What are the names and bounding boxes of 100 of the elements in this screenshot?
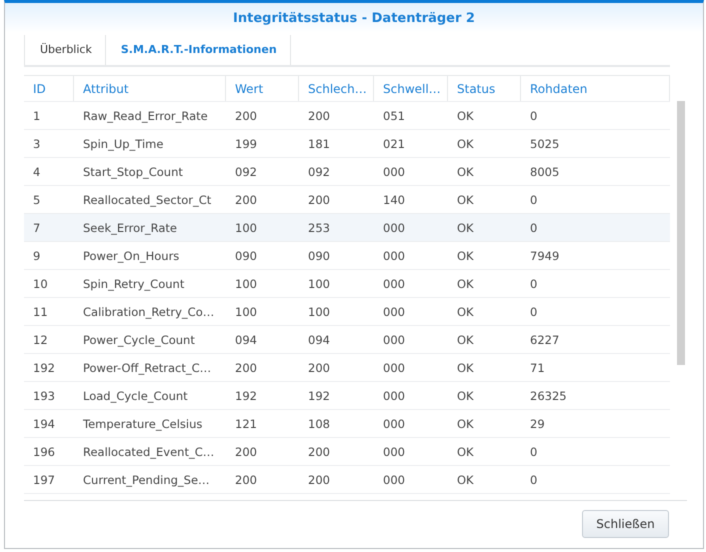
- table-cell-text: OK: [456, 164, 475, 178]
- table-cell-text: 090: [234, 248, 258, 262]
- table-cell-text: 0: [529, 276, 538, 290]
- table-cell-text: 6227: [529, 332, 560, 346]
- table-cell-text: 200: [234, 444, 258, 458]
- table-cell-text: 000: [382, 472, 406, 486]
- table-cell-text: Reallocated_Sector_Ct: [82, 192, 212, 206]
- table-cell-text: 199: [234, 136, 258, 150]
- table-cell-text: Current_Pending_Se…: [82, 472, 211, 486]
- table-cell-text: 051: [382, 108, 406, 122]
- column-header[interactable]: Schwell…: [374, 76, 448, 101]
- table-cell-text: 090: [307, 248, 331, 262]
- table-row[interactable]: 194 Temperature_Celsius 121 108 000 OK 29: [24, 410, 670, 438]
- column-header[interactable]: ID: [24, 76, 74, 101]
- table-row[interactable]: 197 Current_Pending_Se… 200 200 000 OK 0: [24, 466, 670, 494]
- scrollbar-thumb[interactable]: [677, 101, 685, 365]
- table-cell-text: OK: [456, 136, 475, 150]
- table-cell-text: OK: [456, 192, 475, 206]
- table-cell-text: OK: [456, 220, 475, 234]
- table-cell-text: 100: [234, 220, 258, 234]
- table-cell-text: 7: [32, 220, 42, 234]
- table-cell-text: OK: [456, 472, 475, 486]
- table-cell-text: Raw_Read_Error_Rate: [82, 108, 209, 122]
- table-cell-text: 193: [32, 388, 56, 402]
- table-cell-text: 194: [32, 416, 56, 430]
- table-row[interactable]: 196 Reallocated_Event_C… 200 200 000 OK 0: [24, 438, 670, 466]
- table-cell-text: 4: [32, 164, 42, 178]
- table-cell-text: 8005: [529, 164, 560, 178]
- table-cell-text: 5025: [529, 136, 560, 150]
- table-cell-text: 196: [32, 444, 56, 458]
- table-cell-text: 0: [529, 108, 538, 122]
- table-cell-text: 140: [382, 192, 406, 206]
- table-row[interactable]: 3 Spin_Up_Time 199 181 021 OK 5025: [24, 130, 670, 158]
- table-cell-text: 0: [529, 192, 538, 206]
- table-row[interactable]: 192 Power-Off_Retract_C… 200 200 000 OK 71: [24, 354, 670, 382]
- table-cell-text: 0: [529, 472, 538, 486]
- table-cell-text: 000: [382, 388, 406, 402]
- column-header[interactable]: Schlech…: [299, 76, 374, 101]
- table-row[interactable]: 9 Power_On_Hours 090 090 000 OK 7949: [24, 242, 670, 270]
- table-cell-text: Power_On_Hours: [82, 248, 180, 262]
- table-cell-text: Temperature_Celsius: [82, 416, 204, 430]
- table-row[interactable]: 11 Calibration_Retry_Co… 100 100 000 OK 0: [24, 298, 670, 326]
- table-cell-text: 192: [307, 388, 331, 402]
- table-cell-text: OK: [456, 360, 475, 374]
- table-cell-text: 000: [382, 416, 406, 430]
- table-cell-text: OK: [456, 444, 475, 458]
- table-cell-text: 200: [307, 444, 331, 458]
- column-header[interactable]: Attribut: [74, 76, 226, 101]
- table-row[interactable]: 12 Power_Cycle_Count 094 094 000 OK 6227: [24, 326, 670, 354]
- window-title: Integritätsstatus - Datenträger 2: [233, 10, 475, 26]
- column-header[interactable]: Status: [448, 76, 521, 101]
- table-cell-text: 200: [307, 108, 331, 122]
- table-cell-text: 192: [32, 360, 56, 374]
- table-cell-text: 200: [234, 472, 258, 486]
- table-cell-text: 100: [234, 276, 258, 290]
- table-cell-text: 5: [32, 192, 42, 206]
- table-cell-text: 200: [307, 472, 331, 486]
- tab[interactable]: S.M.A.R.T.-Informationen: [104, 35, 291, 65]
- table-cell-text: 121: [234, 416, 258, 430]
- table-cell-text: 192: [234, 388, 258, 402]
- table-cell-text: 253: [307, 220, 331, 234]
- table-cell-text: Spin_Retry_Count: [82, 276, 186, 290]
- table-cell-text: 29: [529, 416, 546, 430]
- table-cell-text: 000: [382, 220, 406, 234]
- column-header[interactable]: Wert: [226, 76, 299, 101]
- table-cell-text: 092: [234, 164, 258, 178]
- table-cell-text: 094: [307, 332, 331, 346]
- table-cell-text: 12: [32, 332, 49, 346]
- table-cell-text: 26325: [529, 388, 568, 402]
- table-row[interactable]: 193 Load_Cycle_Count 192 192 000 OK 26325: [24, 382, 670, 410]
- table-cell-text: 10: [32, 276, 49, 290]
- table-cell-text: OK: [456, 388, 475, 402]
- table-row[interactable]: 7 Seek_Error_Rate 100 253 000 OK 0: [24, 214, 670, 242]
- table-cell-text: Calibration_Retry_Co…: [82, 304, 216, 318]
- table-cell-text: 100: [307, 304, 331, 318]
- table-cell-text: 000: [382, 304, 406, 318]
- table-cell-text: Start_Stop_Count: [82, 164, 184, 178]
- table-row[interactable]: 10 Spin_Retry_Count 100 100 000 OK 0: [24, 270, 670, 298]
- table-row[interactable]: 4 Start_Stop_Count 092 092 000 OK 8005: [24, 158, 670, 186]
- table-cell-text: OK: [456, 276, 475, 290]
- table-cell-text: 181: [307, 136, 331, 150]
- table-cell-text: Load_Cycle_Count: [82, 388, 189, 402]
- table-cell-text: OK: [456, 304, 475, 318]
- table-cell-text: 3: [32, 136, 42, 150]
- table-cell-text: 200: [307, 192, 331, 206]
- table-cell-text: 200: [307, 360, 331, 374]
- tab[interactable]: Überblick: [24, 35, 105, 65]
- table-cell-text: 000: [382, 360, 406, 374]
- table-cell-text: 000: [382, 276, 406, 290]
- table-cell-text: 0: [529, 444, 538, 458]
- table-cell-text: 0: [529, 220, 538, 234]
- table-row[interactable]: 1 Raw_Read_Error_Rate 200 200 051 OK 0: [24, 102, 670, 130]
- table-cell-text: Power-Off_Retract_C…: [82, 360, 212, 374]
- table-cell-text: 200: [234, 108, 258, 122]
- table-cell-text: Reallocated_Event_C…: [82, 444, 216, 458]
- table-cell-text: 100: [234, 304, 258, 318]
- close-button[interactable]: Schließen: [582, 510, 669, 538]
- table-cell-text: 11: [32, 304, 49, 318]
- table-cell-text: Seek_Error_Rate: [82, 220, 178, 234]
- column-header[interactable]: Rohdaten: [521, 76, 670, 101]
